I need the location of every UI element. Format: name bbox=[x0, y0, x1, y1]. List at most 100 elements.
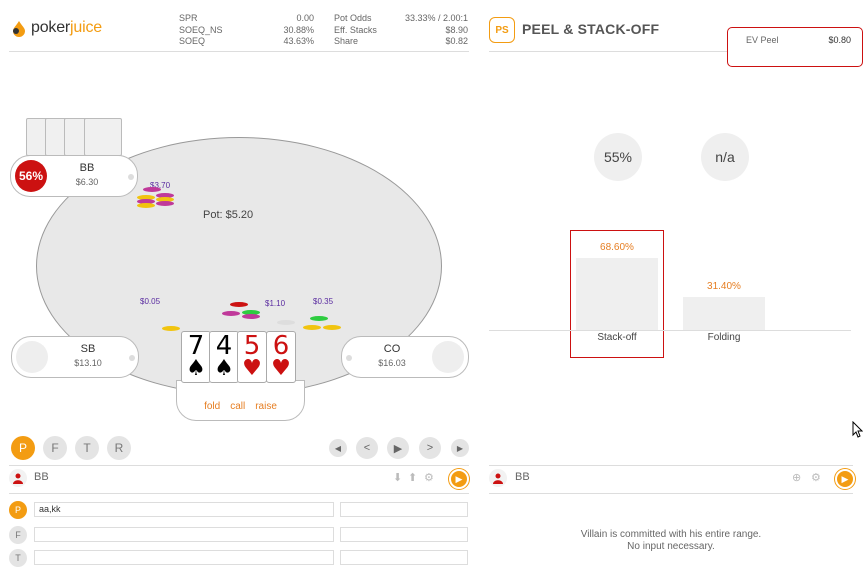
logo-text-juice: juice bbox=[70, 19, 102, 36]
seat-co[interactable]: CO $16.03 bbox=[341, 336, 469, 378]
range-label-flop: F bbox=[9, 526, 27, 544]
seat-dot bbox=[129, 355, 135, 361]
street-tab-preflop[interactable]: P bbox=[11, 436, 35, 460]
stats-left: SPR 0.00 SOEQ_NS 30.88% SOEQ 43.63% bbox=[179, 13, 314, 48]
seat-avatar bbox=[432, 341, 464, 373]
stat-label: SOEQ_NS bbox=[179, 24, 223, 35]
bet-mid: $1.10 bbox=[265, 299, 286, 308]
hole-card bbox=[84, 118, 122, 156]
street-tab-flop[interactable]: F bbox=[43, 436, 67, 460]
stat-row: SOEQ 43.63% bbox=[179, 36, 314, 48]
info-message: Villain is committed with his entire ran… bbox=[489, 529, 853, 553]
player-icon bbox=[489, 469, 507, 487]
seat-dot bbox=[346, 355, 352, 361]
stat-row: Eff. Stacks $8.90 bbox=[334, 25, 468, 37]
seat-dot bbox=[128, 174, 134, 180]
card-suit: ♠ bbox=[214, 356, 234, 381]
pokerjuice-logo: pokerjuice bbox=[10, 19, 102, 37]
card-suit: ♠ bbox=[186, 356, 206, 381]
skip-forward-icon[interactable]: ▶ bbox=[451, 439, 469, 457]
chip-stack-mid bbox=[222, 302, 264, 320]
bar-baseline bbox=[489, 330, 851, 331]
seat-name: CO bbox=[383, 343, 401, 355]
ev-peel-box: EV Peel $0.80 bbox=[727, 27, 863, 67]
stat-value: 0.00 bbox=[296, 13, 314, 23]
action-box: fold call raise bbox=[176, 380, 305, 421]
range-input-turn[interactable] bbox=[34, 550, 334, 565]
folding-label: Folding bbox=[707, 332, 741, 343]
stat-label: Eff. Stacks bbox=[334, 24, 377, 35]
range-input-secondary[interactable] bbox=[340, 550, 468, 565]
stat-row: Pot Odds 33.33% / 2.00:1 bbox=[334, 13, 468, 25]
range-input-secondary[interactable] bbox=[340, 527, 468, 542]
stat-value: 43.63% bbox=[283, 36, 314, 46]
info-line-1: Villain is committed with his entire ran… bbox=[580, 529, 762, 540]
ev-peel-value: $0.80 bbox=[828, 35, 851, 45]
panel-title: PEEL & STACK-OFF bbox=[522, 21, 660, 37]
range-label-turn: T bbox=[9, 549, 27, 567]
stat-row: SOEQ_NS 30.88% bbox=[179, 25, 314, 37]
player-icon bbox=[9, 469, 27, 487]
equity-badge: 56% bbox=[15, 160, 47, 192]
chip-sb bbox=[162, 326, 180, 331]
upload-icon[interactable]: ⬆ bbox=[408, 471, 417, 484]
fold-action[interactable]: fold bbox=[204, 401, 220, 412]
folding-pct: 31.40% bbox=[707, 281, 741, 292]
board-card: 5 ♥ bbox=[237, 331, 267, 383]
juice-drop-icon bbox=[13, 21, 25, 37]
board-card: 6 ♥ bbox=[266, 331, 296, 383]
stat-value: 33.33% / 2.00:1 bbox=[404, 13, 468, 23]
board-card: 7 ♠ bbox=[181, 331, 211, 383]
range-input-secondary[interactable] bbox=[340, 502, 468, 517]
step-forward-icon[interactable]: > bbox=[419, 437, 441, 459]
stackoff-bar-chart: 68.60% 31.40% Stack-off Folding bbox=[489, 230, 853, 360]
chip-stack-co bbox=[303, 316, 343, 332]
divider bbox=[9, 465, 469, 466]
stackoff-pct: 68.60% bbox=[600, 242, 634, 253]
ps-logo: PS bbox=[489, 17, 515, 43]
stat-value: $8.90 bbox=[445, 24, 468, 35]
call-action[interactable]: call bbox=[230, 401, 245, 412]
bet-co: $0.35 bbox=[313, 297, 334, 306]
street-tab-turn[interactable]: T bbox=[75, 436, 99, 460]
skip-back-icon[interactable]: ◀ bbox=[329, 439, 347, 457]
step-back-icon[interactable]: < bbox=[356, 437, 378, 459]
stackoff-equity-circle: 55% bbox=[594, 133, 642, 181]
range-label-preflop: P bbox=[9, 501, 27, 519]
seat-name: SB bbox=[80, 343, 96, 355]
range-input-preflop[interactable]: aa,kk bbox=[34, 502, 334, 517]
header-divider bbox=[489, 51, 727, 52]
raise-action[interactable]: raise bbox=[255, 401, 277, 412]
folding-bar bbox=[683, 297, 765, 330]
chip-gray bbox=[277, 320, 295, 325]
card-suit: ♥ bbox=[271, 356, 291, 381]
stat-label: Pot Odds bbox=[334, 13, 372, 23]
stat-label: Share bbox=[334, 36, 359, 46]
stat-value: 30.88% bbox=[283, 24, 314, 35]
stat-value: $0.82 bbox=[445, 36, 468, 46]
player-label: BB bbox=[515, 471, 530, 483]
street-tab-river[interactable]: R bbox=[107, 436, 131, 460]
divider bbox=[489, 493, 853, 494]
chip-stack-bb bbox=[137, 187, 177, 211]
ev-peel-label: EV Peel bbox=[746, 35, 779, 45]
download-icon[interactable]: ⬇ bbox=[393, 471, 402, 484]
seat-bb[interactable]: 56% BB $6.30 bbox=[10, 155, 138, 197]
seat-avatar bbox=[16, 341, 48, 373]
player-label: BB bbox=[34, 471, 49, 483]
range-input-flop[interactable] bbox=[34, 527, 334, 542]
folding-equity-circle: n/a bbox=[701, 133, 749, 181]
seat-sb[interactable]: SB $13.10 bbox=[11, 336, 139, 378]
gear-icon[interactable]: ⚙ bbox=[811, 471, 821, 484]
divider bbox=[9, 493, 469, 494]
stackoff-bar bbox=[576, 258, 658, 330]
globe-icon[interactable]: ⊕ bbox=[792, 471, 801, 484]
run-button[interactable]: ▶ bbox=[449, 469, 469, 489]
run-button[interactable]: ▶ bbox=[835, 469, 855, 489]
play-icon[interactable]: ▶ bbox=[387, 437, 409, 459]
seat-name: BB bbox=[79, 162, 95, 174]
pot-label: Pot: $5.20 bbox=[203, 209, 254, 221]
card-suit: ♥ bbox=[242, 356, 262, 381]
mouse-cursor-icon bbox=[852, 421, 863, 438]
gear-icon[interactable]: ⚙ bbox=[424, 471, 434, 484]
